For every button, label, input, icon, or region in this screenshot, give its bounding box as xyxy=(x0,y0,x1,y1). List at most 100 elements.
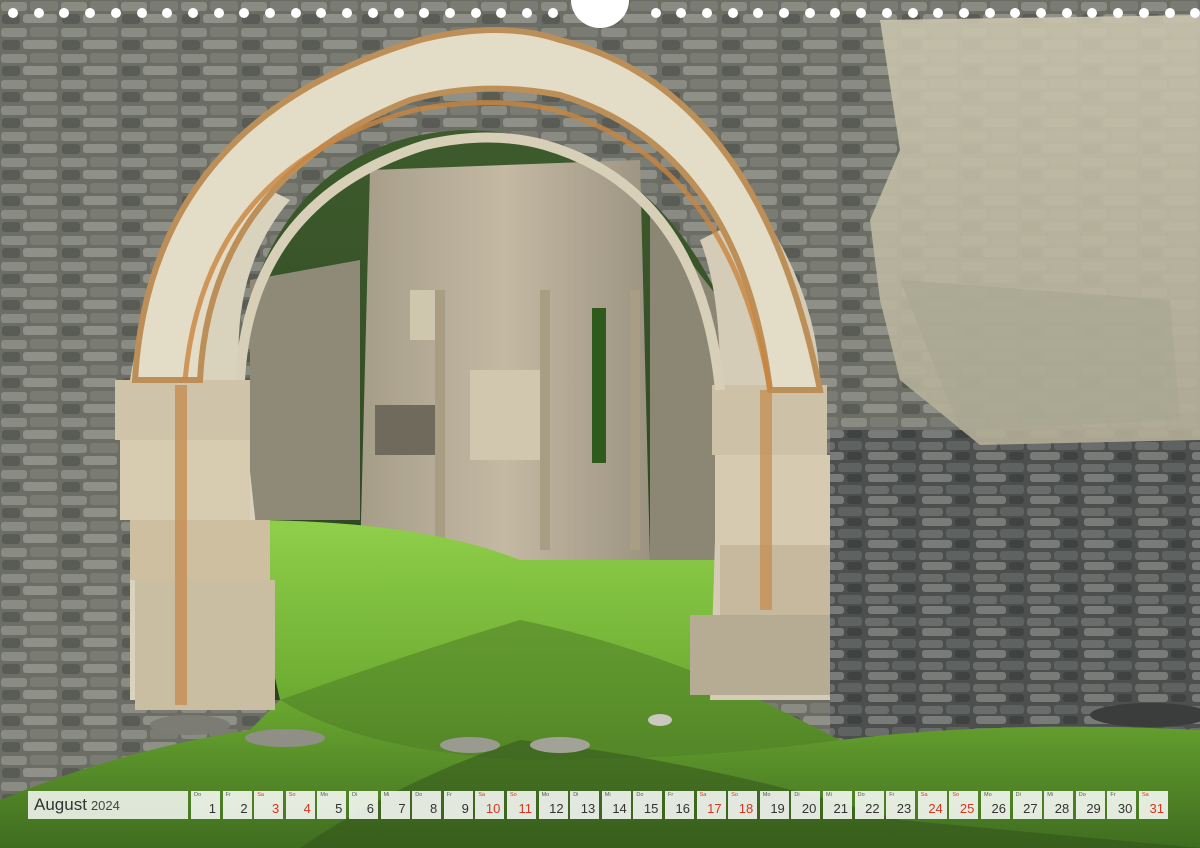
binding-hole xyxy=(316,8,327,18)
day-cell: Mo 12 xyxy=(538,791,568,819)
binding-hole xyxy=(8,8,18,18)
weekday-label: Fr xyxy=(225,792,231,798)
binding-hole xyxy=(265,8,275,18)
binding-hole xyxy=(239,8,250,18)
weekday-label: Di xyxy=(794,792,800,798)
day-cell: Di 6 xyxy=(349,791,378,819)
binding-hole xyxy=(367,8,378,18)
weekday-label: So xyxy=(288,792,296,798)
binding-hole xyxy=(136,8,147,18)
weekday-label: Mi xyxy=(826,792,832,798)
day-number: 9 xyxy=(461,801,469,816)
binding-hole xyxy=(779,8,789,18)
binding-hole xyxy=(753,8,764,18)
weekday-label: Do xyxy=(1078,792,1086,798)
day-number: 29 xyxy=(1086,801,1101,816)
day-number: 11 xyxy=(518,801,533,816)
binding-hole xyxy=(1113,8,1124,18)
weekday-label: So xyxy=(731,792,738,798)
day-number: 6 xyxy=(366,801,374,816)
day-number: 8 xyxy=(429,801,438,816)
day-cell: Di 27 xyxy=(1012,791,1042,819)
day-number: 20 xyxy=(801,801,817,816)
day-cell: Do 1 xyxy=(191,791,220,819)
weekday-label: Do xyxy=(194,792,202,798)
day-cell: Fr 30 xyxy=(1107,791,1137,819)
weekday-label: Do xyxy=(857,792,865,798)
day-number: 19 xyxy=(770,801,785,816)
day-cell: Mi 7 xyxy=(380,791,410,819)
weekday-label: So xyxy=(952,792,960,798)
binding-hole xyxy=(650,8,661,18)
binding-hole xyxy=(496,8,507,18)
binding-hole xyxy=(85,8,96,18)
day-number: 25 xyxy=(959,801,975,816)
day-cell: So 18 xyxy=(728,791,758,819)
day-cell: Mo 5 xyxy=(317,791,347,819)
weekday-label: Mi xyxy=(383,792,390,798)
weekday-label: Mo xyxy=(541,792,550,798)
day-number: 15 xyxy=(643,801,659,816)
day-cell: Sa 3 xyxy=(254,791,284,819)
day-number: 4 xyxy=(303,801,311,816)
binding-hole xyxy=(676,8,687,18)
binding-hole xyxy=(830,8,841,18)
weekday-label: So xyxy=(510,792,517,798)
binding-hole xyxy=(393,8,404,18)
binding-hole xyxy=(470,8,481,18)
binding-hole xyxy=(1061,8,1072,18)
day-cell: Fr 23 xyxy=(886,791,916,819)
calendar-strip: August 20 24 Do 1 Fr 2 Sa 3 So 4 Mo 5 Di 6 Mi 7 Do 8 Fr 9 Sa… xyxy=(28,791,1172,819)
day-cell: Fr 9 xyxy=(443,791,473,819)
day-number: 17 xyxy=(707,801,722,816)
day-number: 1 xyxy=(208,801,216,816)
binding-hole xyxy=(727,8,738,18)
weekday-label: Do xyxy=(636,792,644,798)
day-number: 12 xyxy=(549,801,564,816)
weekday-label: Fr xyxy=(446,792,452,798)
binding-hole xyxy=(444,8,455,18)
day-number: 14 xyxy=(612,801,627,816)
day-cell: Mi 21 xyxy=(823,791,852,819)
day-cell: So 25 xyxy=(949,791,979,819)
binding-hole xyxy=(547,8,558,18)
binding-hole xyxy=(522,8,532,18)
day-number: 24 xyxy=(928,801,943,816)
weekday-label: Mi xyxy=(1047,792,1053,798)
day-cell: So 11 xyxy=(507,791,536,819)
day-number: 7 xyxy=(398,801,406,816)
day-number: 2 xyxy=(240,801,248,816)
weekday-label: Mo xyxy=(762,792,771,798)
day-cell: Fr 2 xyxy=(222,791,252,819)
day-number: 30 xyxy=(1117,801,1133,816)
binding-hole xyxy=(1138,8,1149,18)
binding-hole xyxy=(213,8,224,18)
weekday-label: Sa xyxy=(478,792,486,798)
binding-hole xyxy=(933,8,944,18)
month-name: August xyxy=(34,795,87,814)
binding-hole xyxy=(33,8,44,18)
day-cell: Sa 24 xyxy=(917,791,947,819)
binding-hole xyxy=(162,8,173,18)
weekday-label: Di xyxy=(352,792,358,798)
weekday-label: Mo xyxy=(320,792,329,798)
day-number: 27 xyxy=(1023,801,1038,816)
weekday-label: Di xyxy=(573,792,579,798)
weekday-label: Fr xyxy=(668,792,674,798)
day-cell: Do 29 xyxy=(1075,791,1105,819)
binding-hole xyxy=(187,8,198,18)
binding-hole xyxy=(1190,8,1200,18)
binding-hole xyxy=(59,8,70,18)
binding-hole xyxy=(804,8,815,18)
weekday-label: Sa xyxy=(257,792,264,798)
binding-hole xyxy=(958,8,969,18)
binding-hole xyxy=(1164,8,1175,18)
day-cell: Di 20 xyxy=(791,791,821,819)
weekday-label: Fr xyxy=(889,792,895,798)
weekday-label: Mi xyxy=(604,792,611,798)
binding-hole xyxy=(1010,8,1021,18)
day-number: 5 xyxy=(335,801,343,816)
binding-hole xyxy=(984,8,995,18)
binding-hole xyxy=(290,8,301,18)
weekday-label: Di xyxy=(1015,792,1021,798)
